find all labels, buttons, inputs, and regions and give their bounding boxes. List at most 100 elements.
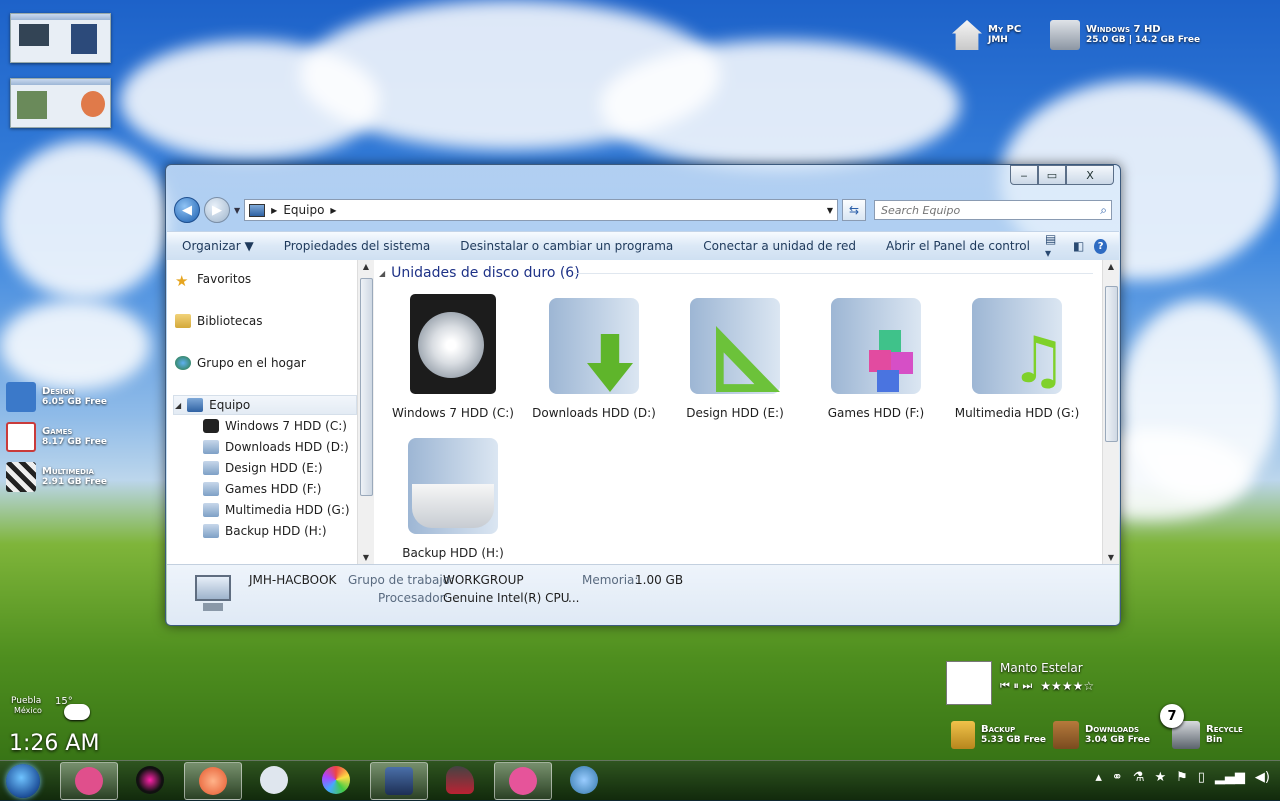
chat-bubble-icon <box>260 766 288 794</box>
open-control-panel-button[interactable]: Abrir el Panel de control <box>871 239 1045 253</box>
taskbar-app-2[interactable] <box>122 762 178 798</box>
content-scrollbar[interactable]: ▲ ▼ <box>1102 260 1119 564</box>
multimedia-drive-sub: 2.91 GB Free <box>42 477 107 487</box>
maximize-button[interactable]: ▭ <box>1038 165 1066 185</box>
breadcrumb-chevron-icon[interactable]: ▶ <box>330 206 336 215</box>
view-options-icon[interactable]: ▤ ▾ <box>1045 232 1063 260</box>
thumbnail-browser-1[interactable] <box>10 13 111 63</box>
design-drive-widget[interactable]: Design 6.05 GB Free <box>6 382 107 412</box>
taskbar-app-6[interactable] <box>370 762 428 800</box>
scroll-down-arrow-icon[interactable]: ▼ <box>358 553 374 562</box>
taskbar-app-1[interactable] <box>60 762 118 800</box>
uninstall-program-button[interactable]: Desinstalar o cambiar un programa <box>445 239 688 253</box>
group-header[interactable]: ◢ Unidades de disco duro (6) <box>379 265 580 281</box>
windows7-hd-widget[interactable]: Windows 7 HD 25.0 GB | 14.2 GB Free <box>1050 20 1200 50</box>
my-pc-widget[interactable]: My PC JMH <box>952 20 1021 50</box>
taskbar-app-5[interactable] <box>308 762 364 798</box>
scrollbar-thumb[interactable] <box>360 278 373 496</box>
taskbar-app-9[interactable] <box>556 762 612 798</box>
drive-item-c[interactable]: Windows 7 HDD (C:) <box>389 290 517 420</box>
network-share-icon[interactable]: ⚭ <box>1112 770 1123 785</box>
forward-arrow-icon[interactable]: ▶ <box>204 197 230 223</box>
map-network-drive-button[interactable]: Conectar a unidad de red <box>688 239 871 253</box>
drive-item-e[interactable]: Design HDD (E:) <box>671 290 799 420</box>
power-icon[interactable]: ▯ <box>1198 770 1205 785</box>
taskbar-app-3[interactable] <box>184 762 242 800</box>
nav-libraries[interactable]: Bibliotecas <box>175 314 262 328</box>
recent-pages-dropdown-icon[interactable]: ▼ <box>234 206 240 215</box>
collapse-arrow-icon[interactable]: ◢ <box>175 401 181 410</box>
drive-item-d[interactable]: Downloads HDD (D:) <box>530 290 658 420</box>
taskbar-app-4[interactable] <box>246 762 302 798</box>
help-icon[interactable]: ? <box>1094 238 1107 254</box>
drive-item-g[interactable]: ♫ Multimedia HDD (G:) <box>953 290 1081 420</box>
scroll-down-arrow-icon[interactable]: ▼ <box>1103 553 1119 562</box>
organize-menu[interactable]: Organizar ▼ <box>167 239 269 253</box>
taskbar-app-8[interactable] <box>494 762 552 800</box>
weather-widget[interactable]: Puebla México <box>11 696 42 715</box>
games-drive-widget[interactable]: Games 8.17 GB Free <box>6 422 107 452</box>
address-dropdown-icon[interactable]: ▼ <box>827 206 833 215</box>
scrollbar-thumb[interactable] <box>1105 286 1118 442</box>
backup-title: Backup <box>981 724 1016 735</box>
nav-drive-d-label: Downloads HDD (D:) <box>225 440 349 454</box>
preview-pane-icon[interactable]: ◧ <box>1073 239 1084 253</box>
processor-value: Genuine Intel(R) CPU <box>443 591 570 605</box>
action-center-flag-icon[interactable]: ⚑ <box>1176 770 1188 785</box>
address-bar[interactable]: ▶ Equipo ▶ ▼ <box>244 199 838 221</box>
star-tray-icon[interactable]: ★ <box>1154 770 1166 785</box>
nav-drive-c[interactable]: Windows 7 HDD (C:) <box>203 419 347 433</box>
recycle-bin-widget[interactable]: Recycle Bin <box>1172 721 1243 749</box>
close-button[interactable]: X <box>1066 165 1114 185</box>
processor-more: ... <box>568 591 580 605</box>
nav-drive-f[interactable]: Games HDD (F:) <box>203 482 322 496</box>
drive-label-h: Backup HDD (H:) <box>402 546 504 560</box>
thumbnail-browser-2[interactable] <box>10 78 111 128</box>
explorer-window[interactable]: ‒ ▭ X ◀ ▶ ▼ ▶ Equipo ▶ ▼ ⇆ ⌕ Organizar ▼… <box>165 164 1121 626</box>
drive-label-d: Downloads HDD (D:) <box>532 406 656 420</box>
show-hidden-icons-icon[interactable]: ▴ <box>1095 770 1102 785</box>
search-box[interactable]: ⌕ <box>874 200 1112 220</box>
refresh-icon[interactable]: ⇆ <box>842 199 866 221</box>
nav-favorites[interactable]: ★ Favoritos <box>175 272 251 290</box>
downloads-drive-widget[interactable]: Downloads 3.04 GB Free <box>1053 721 1150 749</box>
rating-stars[interactable]: ★★★★☆ <box>1040 679 1094 693</box>
playback-controls[interactable]: ⏮ ⏸ ⏭ <box>1000 679 1032 693</box>
nav-drive-f-label: Games HDD (F:) <box>225 482 322 496</box>
downloads-box-icon <box>1053 721 1079 749</box>
nav-computer[interactable]: ◢ Equipo <box>175 398 250 412</box>
nav-drive-d[interactable]: Downloads HDD (D:) <box>203 440 349 454</box>
drive-item-h[interactable]: Backup HDD (H:) <box>389 430 517 560</box>
nav-drive-h[interactable]: Backup HDD (H:) <box>203 524 327 538</box>
scroll-up-arrow-icon[interactable]: ▲ <box>1103 262 1119 271</box>
collapse-group-icon[interactable]: ◢ <box>379 269 385 278</box>
breadcrumb-equipo[interactable]: Equipo <box>283 203 324 217</box>
details-pane: JMH-HACBOOK Grupo de trabajo: WORKGROUP … <box>167 564 1119 625</box>
drive-item-f[interactable]: Games HDD (F:) <box>812 290 940 420</box>
recycle-sub: Bin <box>1206 735 1223 745</box>
taskbar-app-7[interactable] <box>432 762 488 798</box>
nav-drive-g-label: Multimedia HDD (G:) <box>225 503 350 517</box>
minimize-button[interactable]: ‒ <box>1010 165 1038 185</box>
network-signal-icon[interactable]: ▂▄▆ <box>1215 770 1245 785</box>
search-icon[interactable]: ⌕ <box>1100 203 1107 218</box>
system-properties-button[interactable]: Propiedades del sistema <box>269 239 446 253</box>
nav-homegroup[interactable]: Grupo en el hogar <box>175 356 306 370</box>
nav-drive-e[interactable]: Design HDD (E:) <box>203 461 323 475</box>
nav-homegroup-label: Grupo en el hogar <box>197 356 306 370</box>
flask-icon[interactable]: ⚗ <box>1133 770 1145 785</box>
nav-drive-g[interactable]: Multimedia HDD (G:) <box>203 503 350 517</box>
back-arrow-icon[interactable]: ◀ <box>174 197 200 223</box>
search-input[interactable] <box>879 202 1073 218</box>
breadcrumb-chevron-icon[interactable]: ▶ <box>271 206 277 215</box>
scroll-up-arrow-icon[interactable]: ▲ <box>358 262 374 271</box>
backup-drive-widget[interactable]: Backup 5.33 GB Free <box>951 721 1046 749</box>
volume-icon[interactable]: ◀) <box>1255 770 1270 785</box>
song-title: Manto Estelar <box>1000 661 1083 675</box>
multimedia-drive-widget[interactable]: Multimedia 2.91 GB Free <box>6 462 107 492</box>
games-folder-icon <box>821 290 931 400</box>
navigation-scrollbar[interactable]: ▲ ▼ <box>357 260 374 564</box>
media-player-widget[interactable]: Manto Estelar ⏮ ⏸ ⏭ ★★★★☆ <box>946 661 1126 705</box>
games-drive-sub: 8.17 GB Free <box>42 437 107 447</box>
start-orb-icon[interactable] <box>6 764 40 798</box>
